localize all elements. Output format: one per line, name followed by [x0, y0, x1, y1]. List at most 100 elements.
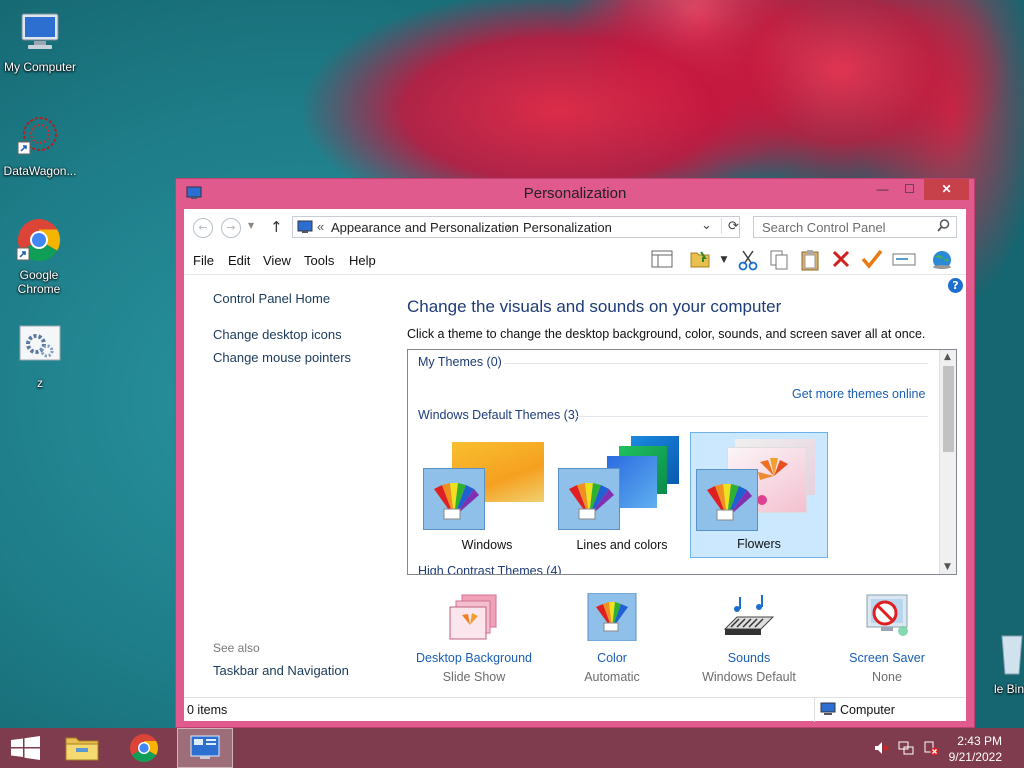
windows-logo-icon	[11, 736, 40, 760]
desktop-icon-label: le Bin	[993, 682, 1024, 696]
see-also-label: See also	[213, 641, 260, 655]
menu-tools[interactable]: Tools	[304, 253, 334, 268]
properties-check-icon[interactable]	[860, 249, 884, 271]
chrome-icon	[130, 734, 158, 762]
theme-list-scrollbar[interactable]: ▲ ▼	[939, 350, 956, 574]
desktop-background-setting[interactable]: Desktop Background Slide Show	[409, 593, 539, 684]
change-desktop-icons-link[interactable]: Change desktop icons	[213, 327, 342, 342]
setting-value: Slide Show	[442, 670, 506, 684]
status-location: Computer	[840, 703, 895, 717]
menu-file[interactable]: File	[193, 253, 214, 268]
desktop-icon-datawagon[interactable]: DataWagon...	[0, 112, 80, 178]
breadcrumb-appearance[interactable]: Appearance and Personalization	[331, 220, 519, 235]
color-fan-icon	[423, 468, 485, 530]
setting-value: Windows Default	[702, 670, 796, 684]
minimize-button[interactable]: —	[869, 179, 896, 200]
menu-view[interactable]: View	[263, 253, 291, 268]
sounds-icon	[723, 593, 775, 641]
action-center-warning-icon[interactable]	[923, 740, 939, 756]
taskbar-control-panel[interactable]	[177, 728, 233, 768]
refresh-icon[interactable]: ⟳	[721, 218, 739, 234]
theme-lines-and-colors[interactable]: Lines and colors	[553, 432, 691, 558]
theme-name: Windows	[461, 538, 513, 552]
desktop-icon-label: z	[37, 376, 43, 390]
setting-name[interactable]: Sounds	[684, 651, 814, 665]
search-icon[interactable]	[937, 219, 950, 235]
search-input[interactable]: Search Control Panel	[753, 216, 957, 238]
desktop-icon-label: My Computer	[3, 60, 77, 74]
computer-icon	[16, 8, 64, 56]
taskbar-navigation-link[interactable]: Taskbar and Navigation	[213, 663, 349, 678]
scroll-thumb[interactable]	[943, 366, 954, 452]
color-fan-icon	[696, 469, 758, 531]
breadcrumb-personalization[interactable]: Personalization	[523, 220, 612, 235]
datawagon-icon	[16, 112, 64, 160]
theme-flowers[interactable]: Flowers	[690, 432, 828, 558]
maximize-button[interactable]: ☐	[896, 179, 923, 200]
taskbar-clock[interactable]: 2:43 PM 9/21/2022	[949, 733, 1002, 765]
menu-edit[interactable]: Edit	[228, 253, 250, 268]
page-heading: Change the visuals and sounds on your co…	[407, 297, 782, 316]
recent-locations-dropdown[interactable]: ▼	[248, 221, 254, 230]
delete-icon[interactable]	[829, 249, 853, 271]
close-button[interactable]: ✕	[924, 179, 969, 200]
desktop-icon-my-computer[interactable]: My Computer	[0, 8, 80, 74]
navigation-bar: ← → ▼ ↑ « Appearance and Personalization…	[184, 209, 966, 245]
back-button[interactable]: ←	[193, 218, 213, 238]
chrome-icon	[15, 216, 63, 264]
sounds-setting[interactable]: Sounds Windows Default	[684, 593, 814, 684]
recycle-bin-icon	[1000, 630, 1024, 678]
setting-value: None	[872, 670, 902, 684]
theme-list: My Themes (0) Get more themes online Win…	[407, 349, 957, 575]
control-panel-home-link[interactable]: Control Panel Home	[213, 291, 330, 306]
default-themes-group-title[interactable]: Windows Default Themes (3)	[418, 408, 579, 422]
layout-pane-icon[interactable]	[650, 249, 674, 271]
group-divider	[574, 416, 928, 417]
address-bar[interactable]: « Appearance and Personalization › Perso…	[292, 216, 740, 238]
desktop-icon-google-chrome[interactable]: Google Chrome	[0, 216, 78, 296]
theme-windows[interactable]: Windows	[418, 432, 556, 558]
color-icon	[586, 592, 638, 642]
network-icon[interactable]	[898, 740, 914, 756]
control-panel-small-icon	[297, 220, 313, 237]
volume-muted-icon[interactable]	[873, 740, 889, 756]
taskbar-file-explorer[interactable]	[54, 728, 110, 768]
setting-value: Automatic	[584, 670, 640, 684]
get-more-themes-link[interactable]: Get more themes online	[792, 387, 925, 401]
up-button[interactable]: ↑	[270, 218, 283, 236]
help-icon[interactable]: ?	[948, 278, 963, 293]
taskbar-chrome[interactable]	[116, 728, 172, 768]
status-bar: 0 items Computer	[184, 697, 966, 722]
color-setting[interactable]: Color Automatic	[547, 592, 677, 684]
setting-name[interactable]: Screen Saver	[822, 651, 952, 665]
copy-icon[interactable]	[767, 249, 791, 271]
personalization-window: Personalization — ☐ ✕ ← → ▼ ↑ « Appearan…	[175, 178, 975, 728]
forward-button[interactable]: →	[221, 218, 241, 238]
address-dropdown-icon[interactable]: ⌄	[701, 217, 712, 233]
options-dropdown-icon[interactable]: ▼	[712, 249, 736, 271]
cut-icon[interactable]	[736, 249, 760, 271]
high-contrast-group-title[interactable]: High Contrast Themes (4)	[418, 564, 562, 574]
rename-icon[interactable]	[892, 249, 916, 271]
title-bar[interactable]: Personalization — ☐ ✕	[176, 179, 974, 209]
clock-time: 2:43 PM	[957, 734, 1002, 748]
scroll-down-icon[interactable]: ▼	[944, 562, 951, 572]
theme-name: Lines and colors	[576, 538, 668, 552]
change-mouse-pointers-link[interactable]: Change mouse pointers	[213, 350, 351, 365]
window-content: ← → ▼ ↑ « Appearance and Personalization…	[184, 209, 966, 722]
globe-icon[interactable]	[930, 249, 954, 271]
folder-options-icon[interactable]	[688, 249, 712, 271]
setting-name[interactable]: Desktop Background	[409, 651, 539, 665]
desktop-icon-z[interactable]: z	[0, 324, 80, 390]
paste-icon[interactable]	[798, 249, 822, 271]
setting-name[interactable]: Color	[547, 651, 677, 665]
start-button[interactable]	[0, 728, 56, 768]
settings-file-icon	[16, 324, 64, 372]
menu-help[interactable]: Help	[349, 253, 376, 268]
breadcrumb-overflow[interactable]: «	[317, 219, 324, 234]
my-themes-group-title[interactable]: My Themes (0)	[418, 355, 502, 369]
breadcrumb-separator[interactable]: ›	[506, 219, 510, 234]
theme-name: Flowers	[737, 537, 781, 551]
screen-saver-setting[interactable]: Screen Saver None	[822, 593, 952, 684]
scroll-up-icon[interactable]: ▲	[944, 352, 951, 362]
